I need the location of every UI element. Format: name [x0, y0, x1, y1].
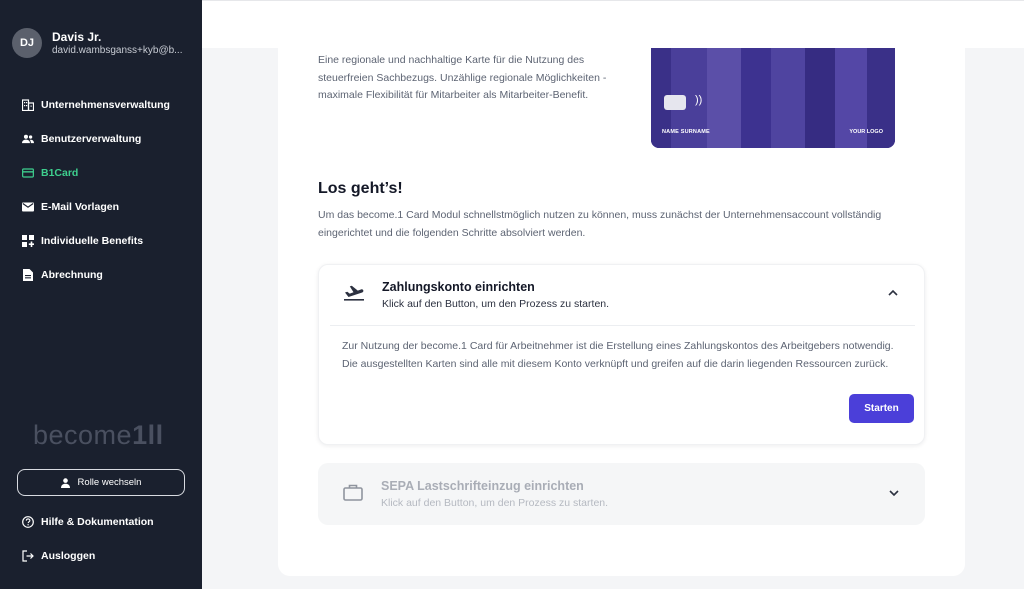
sidebar-item-abrechnung[interactable]: Abrechnung: [0, 258, 202, 292]
help-icon: [22, 516, 34, 528]
step-title: SEPA Lastschrifteinzug einrichten: [381, 479, 584, 493]
card-holder-name: NAME SURNAME: [662, 129, 710, 135]
user-icon: [60, 477, 70, 488]
step-subtitle: Klick auf den Button, um den Prozess zu …: [381, 497, 609, 509]
sidebar-nav: Unternehmensverwaltung Benutzerverwaltun…: [0, 88, 202, 292]
help-link[interactable]: Hilfe & Dokumentation: [22, 516, 154, 528]
b1card-preview: )) NAME SURNAME YOUR LOGO: [651, 48, 895, 148]
mail-icon: [22, 201, 34, 213]
contactless-icon: )): [695, 94, 703, 106]
user-email: david.wambsganss+kyb@b...: [52, 44, 183, 56]
intro-text: Eine regionale und nachhaltige Karte für…: [318, 54, 607, 101]
sidebar-item-benutzerverwaltung[interactable]: Benutzerverwaltung: [0, 122, 202, 156]
user-profile[interactable]: DJ Davis Jr. david.wambsganss+kyb@b...: [12, 28, 202, 58]
sidebar-item-label: Abrechnung: [41, 269, 103, 281]
sidebar-item-individuelle-benefits[interactable]: Individuelle Benefits: [0, 224, 202, 258]
sidebar-item-email-vorlagen[interactable]: E-Mail Vorlagen: [0, 190, 202, 224]
brand-logo: become1ll: [33, 420, 164, 450]
section-title: Los geht’s!: [318, 180, 403, 197]
sidebar-item-unternehmensverwaltung[interactable]: Unternehmensverwaltung: [0, 88, 202, 122]
sidebar: DJ Davis Jr. david.wambsganss+kyb@b... U…: [0, 0, 202, 589]
airplane-takeoff-icon: [344, 283, 364, 301]
main-content: Eine regionale und nachhaltige Karte für…: [278, 48, 965, 576]
section-description: Um das become.1 Card Modul schnellstmögl…: [318, 209, 882, 239]
step-body: Zur Nutzung der become.1 Card für Arbeit…: [342, 340, 894, 370]
sidebar-item-b1card[interactable]: B1Card: [0, 156, 202, 190]
sidebar-item-label: E-Mail Vorlagen: [41, 201, 119, 213]
avatar: DJ: [12, 28, 42, 58]
sidebar-item-label: B1Card: [41, 167, 79, 179]
document-icon: [22, 269, 34, 281]
briefcase-icon: [343, 484, 363, 501]
card-chip-icon: [664, 95, 686, 110]
building-icon: [22, 99, 34, 111]
users-icon: [22, 133, 34, 145]
top-bar: [202, 0, 1024, 48]
start-button[interactable]: Starten: [849, 394, 914, 423]
step-sepa-direct-debit[interactable]: SEPA Lastschrifteinzug einrichten Klick …: [318, 463, 925, 525]
sidebar-item-label: Unternehmensverwaltung: [41, 99, 170, 111]
logout-link[interactable]: Ausloggen: [22, 550, 95, 562]
card-logo-text: YOUR LOGO: [849, 129, 883, 135]
sidebar-item-label: Benutzerverwaltung: [41, 133, 142, 145]
divider: [330, 325, 915, 326]
step-payment-account: Zahlungskonto einrichten Klick auf den B…: [318, 264, 925, 445]
sidebar-item-label: Individuelle Benefits: [41, 235, 144, 247]
grid-plus-icon: [22, 235, 34, 247]
user-name: Davis Jr.: [52, 29, 102, 44]
chevron-down-icon[interactable]: [889, 490, 899, 497]
switch-role-button[interactable]: Rolle wechseln: [17, 469, 185, 496]
step-subtitle: Klick auf den Button, um den Prozess zu …: [382, 298, 610, 310]
chevron-up-icon[interactable]: [888, 289, 898, 296]
step-title: Zahlungskonto einrichten: [382, 280, 535, 294]
credit-card-icon: [22, 167, 34, 179]
logout-icon: [22, 550, 34, 562]
